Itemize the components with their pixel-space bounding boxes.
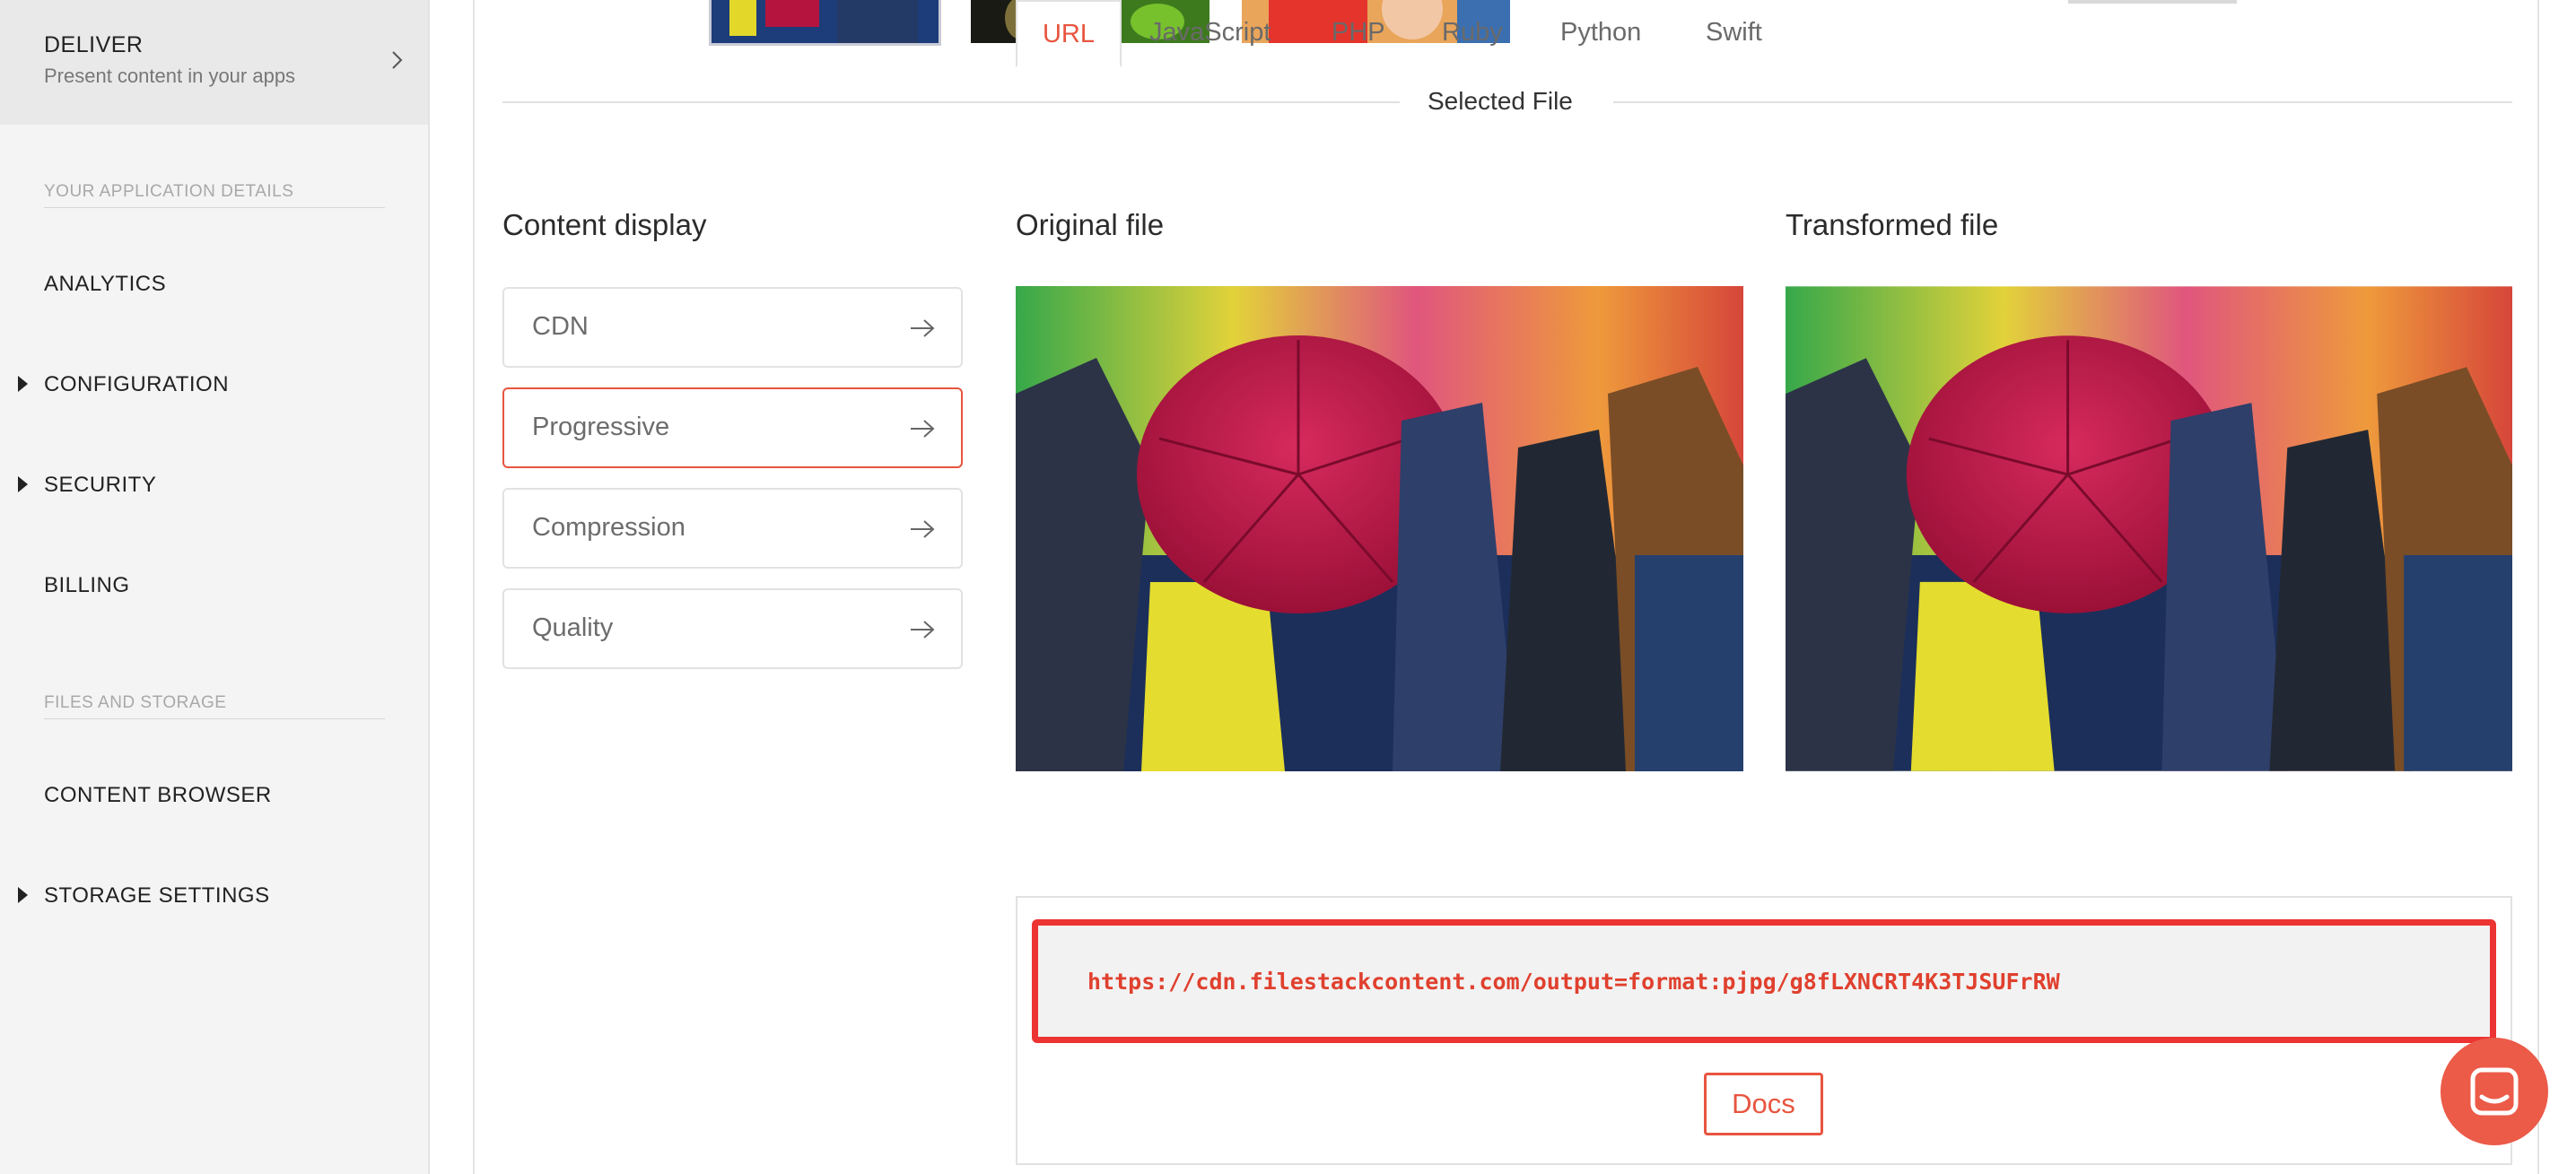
chevron-right-icon: [392, 51, 403, 69]
main-left-border: [473, 0, 475, 1174]
option-label: Progressive: [532, 413, 670, 441]
option-label: CDN: [532, 312, 589, 341]
expand-caret-icon[interactable]: [18, 376, 28, 392]
selected-file-label: Selected File: [1428, 87, 1573, 115]
expand-caret-icon[interactable]: [18, 887, 28, 903]
tab-python[interactable]: Python: [1560, 0, 1641, 65]
sidebar: DELIVER Present content in your apps YOU…: [0, 0, 430, 1174]
arrow-right-icon: [911, 520, 935, 538]
option-progressive[interactable]: Progressive: [502, 387, 963, 468]
sidebar-item-billing[interactable]: BILLING: [44, 573, 130, 598]
docs-button[interactable]: Docs: [1704, 1073, 1823, 1135]
arrow-right-icon: [911, 420, 935, 438]
code-snippet-box[interactable]: https://cdn.filestackcontent.com/output=…: [1032, 919, 2496, 1043]
section-heading-files-storage: FILES AND STORAGE: [44, 693, 385, 719]
sidebar-item-configuration[interactable]: CONFIGURATION: [44, 372, 229, 397]
option-label: Compression: [532, 513, 685, 542]
original-file-title: Original file: [1016, 208, 1165, 241]
deliver-nav-item[interactable]: DELIVER Present content in your apps: [0, 0, 428, 125]
deliver-title: DELIVER: [44, 32, 144, 57]
divider-left: [502, 101, 1400, 103]
tab-php[interactable]: PHP: [1332, 0, 1385, 65]
toolbar-edge: [2068, 0, 2237, 4]
main-right-border: [2537, 0, 2539, 1174]
chat-icon: [2470, 1067, 2519, 1116]
sidebar-item-storage-settings[interactable]: STORAGE SETTINGS: [44, 883, 270, 909]
sidebar-item-content-browser[interactable]: CONTENT BROWSER: [44, 783, 272, 808]
deliver-subtitle: Present content in your apps: [44, 65, 296, 87]
tab-ruby[interactable]: Ruby: [1442, 0, 1503, 65]
expand-caret-icon[interactable]: [18, 476, 28, 492]
option-label: Quality: [532, 613, 614, 642]
transformed-file-title: Transformed file: [1786, 208, 1999, 241]
content-display-title: Content display: [502, 208, 707, 241]
divider-right: [1613, 101, 2512, 103]
file-thumbnail-selected[interactable]: [709, 0, 941, 46]
option-cdn[interactable]: CDN: [502, 287, 963, 368]
code-url-text[interactable]: https://cdn.filestackcontent.com/output=…: [1087, 969, 2060, 995]
tab-url[interactable]: URL: [1016, 0, 1122, 67]
arrow-right-icon: [911, 621, 935, 639]
section-heading-app-details: YOUR APPLICATION DETAILS: [44, 182, 385, 208]
sidebar-item-analytics[interactable]: ANALYTICS: [44, 272, 166, 297]
chat-launcher-button[interactable]: [2441, 1038, 2548, 1145]
tab-javascript[interactable]: JavaScript: [1149, 0, 1271, 65]
original-file-image: [1016, 286, 1743, 771]
arrow-right-icon: [911, 319, 935, 337]
tab-swift[interactable]: Swift: [1706, 0, 1762, 65]
sidebar-item-security[interactable]: SECURITY: [44, 473, 156, 498]
transformed-file-image: [1786, 286, 2512, 771]
option-quality[interactable]: Quality: [502, 588, 963, 669]
option-compression[interactable]: Compression: [502, 488, 963, 569]
